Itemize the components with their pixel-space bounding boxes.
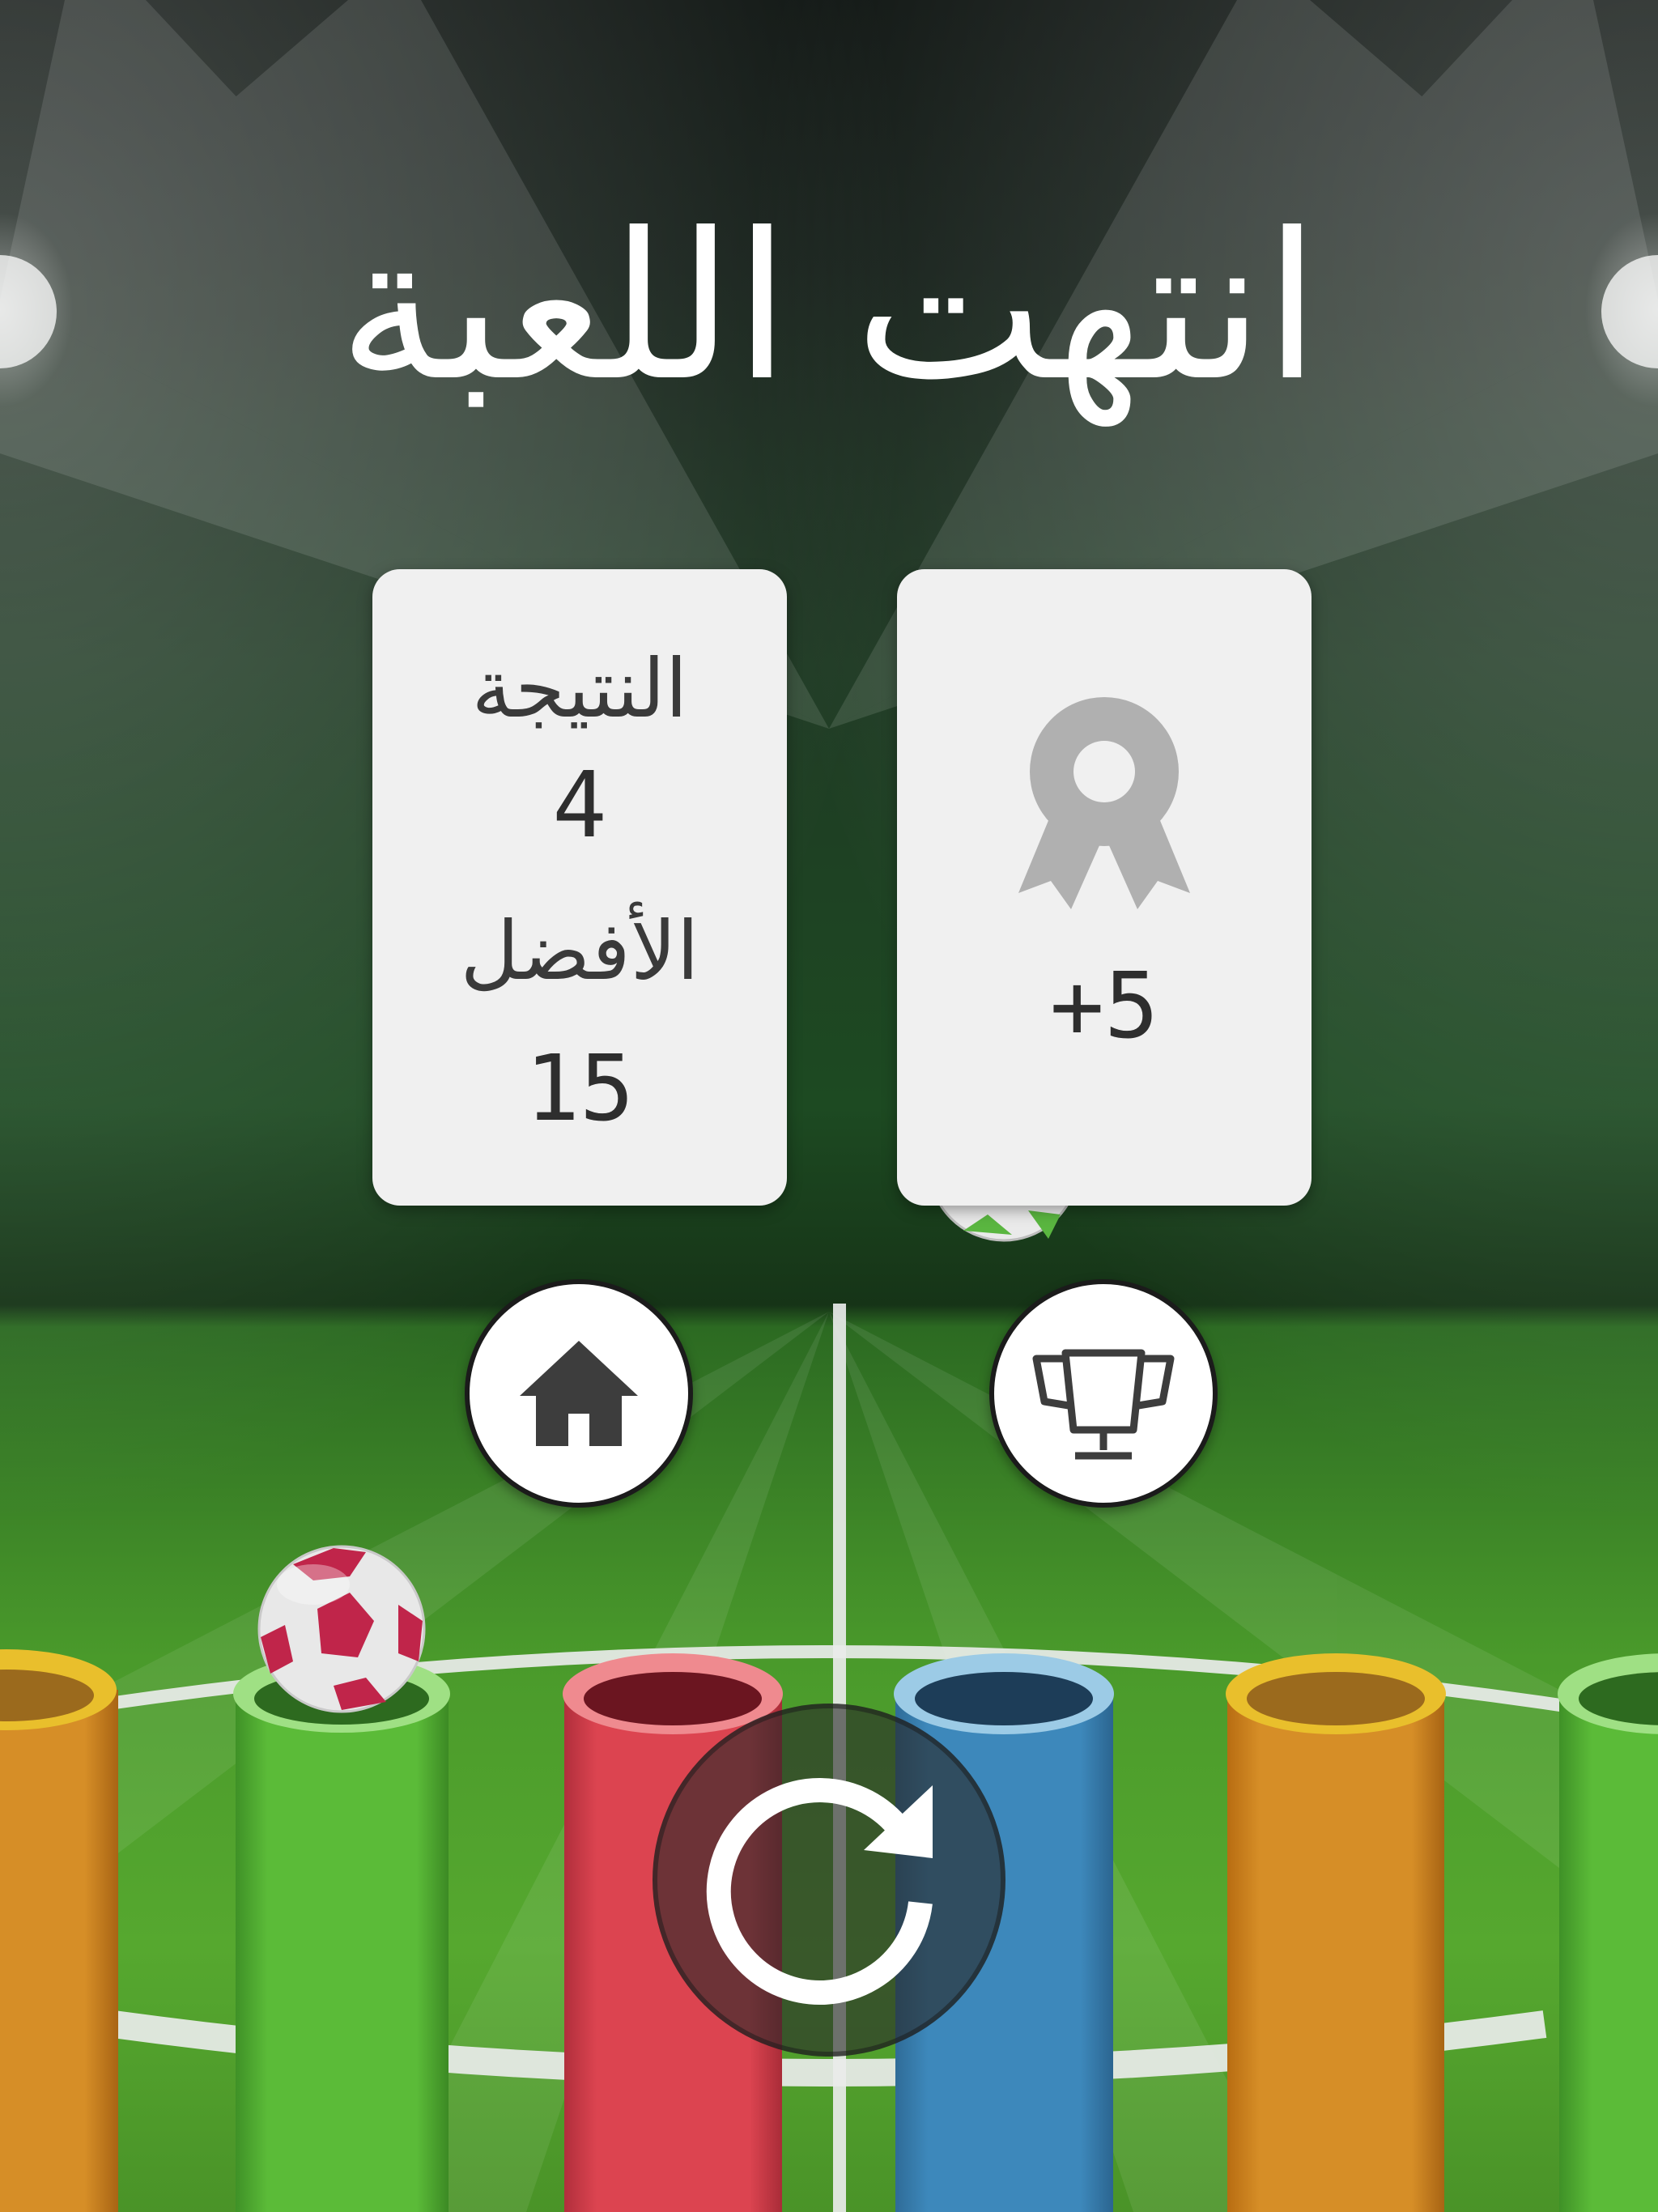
reward-value: +5: [1049, 954, 1159, 1059]
game-over-title: انتهت اللعبة: [338, 189, 1320, 425]
award-ribbon-icon: [1018, 697, 1190, 909]
home-icon: [520, 1341, 638, 1446]
best-score-label: الأفضل: [460, 904, 699, 998]
leaderboard-button[interactable]: [989, 1279, 1218, 1508]
score-value: 4: [552, 753, 607, 858]
home-button[interactable]: [465, 1279, 693, 1508]
restart-icon: [706, 1778, 933, 2006]
trophy-icon: [1032, 1349, 1175, 1460]
score-label: النتيجة: [471, 641, 688, 736]
soccer-ball-red: [257, 1545, 426, 1713]
restart-button[interactable]: [653, 1704, 1005, 2057]
reward-card: +5: [897, 569, 1312, 1206]
best-score-value: 15: [525, 1036, 635, 1142]
score-card: النتيجة 4 الأفضل 15: [372, 569, 787, 1206]
